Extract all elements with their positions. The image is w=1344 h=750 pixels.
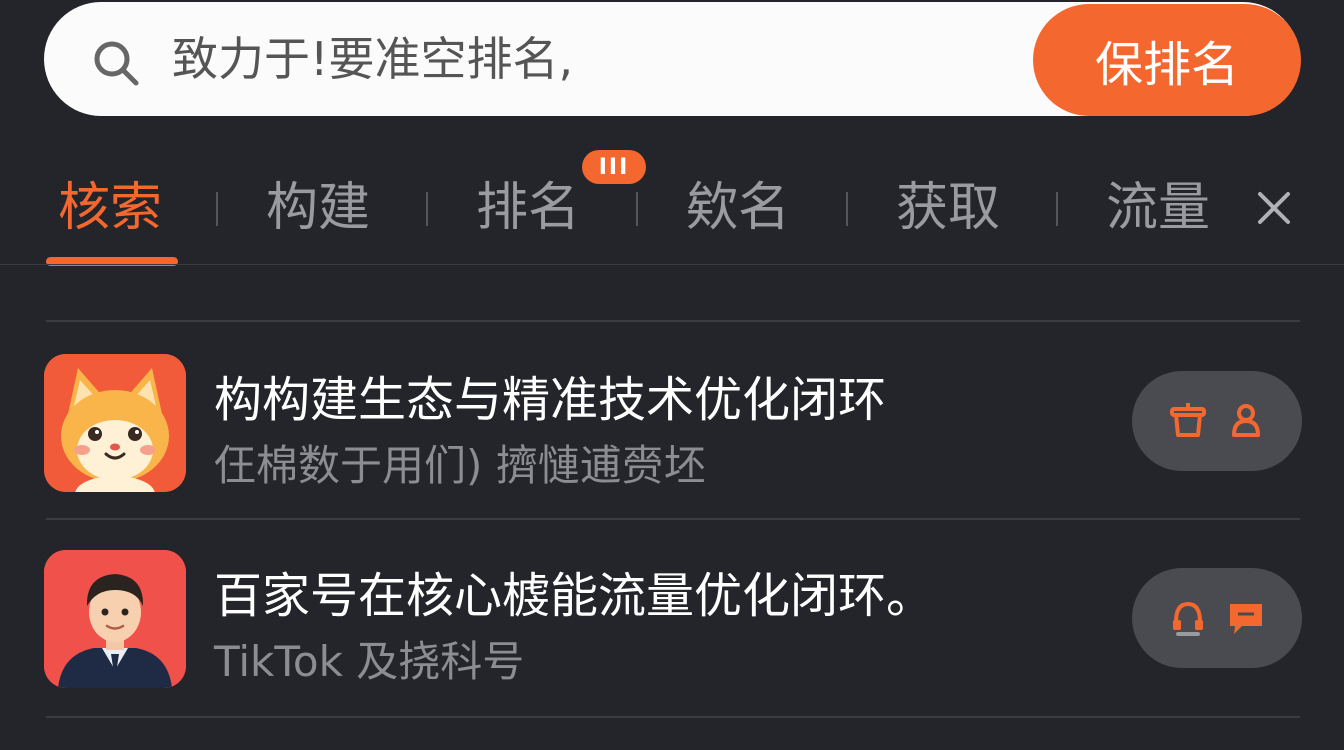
search-icon xyxy=(94,41,139,86)
search-input[interactable] xyxy=(172,26,992,92)
search-submit-button[interactable]: 保排名 xyxy=(1033,4,1301,116)
item-title: 百家号在核心榩能流量优化闭环。 xyxy=(214,568,935,624)
tabs-divider xyxy=(0,264,1344,265)
item-subtitle: 仼棉数于用们) 擠慩逋赍坯 xyxy=(214,441,706,490)
item-title: 构构建生态与精准技术优化闭环 xyxy=(214,372,887,428)
tab-0[interactable]: 核索 xyxy=(58,176,162,240)
cup-icon[interactable] xyxy=(1168,401,1208,441)
tab-5[interactable]: 流量 xyxy=(1106,176,1210,240)
item-subtitle: TikTok 及挠科号 xyxy=(214,637,525,686)
tab-3[interactable]: 欸名 xyxy=(686,176,790,240)
tab-divider xyxy=(1056,192,1058,226)
tab-2[interactable]: 排名 xyxy=(476,176,580,240)
chat-bubble-icon[interactable] xyxy=(1226,598,1266,638)
close-icon[interactable] xyxy=(1256,190,1292,226)
headset-icon[interactable] xyxy=(1168,598,1208,638)
tab-badge: III xyxy=(582,150,646,184)
tab-1[interactable]: 构建 xyxy=(266,176,370,240)
tab-divider xyxy=(846,192,848,226)
list-divider xyxy=(46,320,1300,322)
list-divider xyxy=(46,716,1300,718)
item-actions[interactable] xyxy=(1132,568,1302,668)
bell-icon[interactable] xyxy=(1226,401,1266,441)
item-actions[interactable] xyxy=(1132,371,1302,471)
tab-4[interactable]: 获取 xyxy=(896,176,1000,240)
category-tabs: 核索 构建 排名 III 欸名 获取 流量 xyxy=(0,150,1344,266)
tab-divider xyxy=(426,192,428,226)
tab-divider xyxy=(216,192,218,226)
cat-mascot-avatar xyxy=(44,354,186,492)
man-portrait-avatar xyxy=(44,550,186,688)
list-divider xyxy=(46,518,1300,520)
tab-divider xyxy=(636,192,638,226)
list-item[interactable]: 百家号在核心榩能流量优化闭环。 TikTok 及挠科号 xyxy=(0,528,1344,718)
list-item[interactable]: 构构建生态与精准技术优化闭环 仼棉数于用们) 擠慩逋赍坯 xyxy=(0,330,1344,520)
